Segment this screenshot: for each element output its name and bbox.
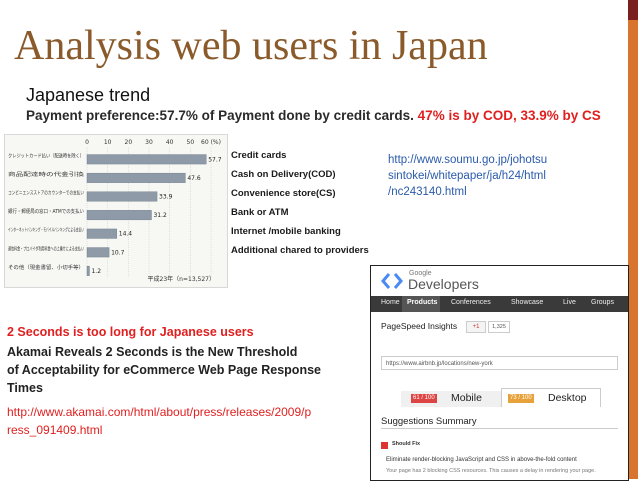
- source-link-line-1[interactable]: http://www.soumu.go.jp/johotsu: [388, 152, 547, 168]
- chart-value-label: 1.2: [91, 268, 101, 275]
- warning-icon: [381, 442, 388, 449]
- mobile-score-badge: 61 / 100: [411, 394, 437, 403]
- chart-x-tick-label: 30: [145, 139, 153, 146]
- pagespeed-title: PageSpeed Insights: [381, 321, 458, 331]
- chart-value-label: 14.4: [119, 231, 133, 238]
- source-link[interactable]: http://www.soumu.go.jp/johotsu sintokei/…: [388, 152, 547, 200]
- chart-value-label: 33.9: [159, 194, 173, 201]
- akamai-text-line-3: Times: [7, 381, 43, 395]
- chart-value-label: 47.6: [187, 175, 201, 182]
- divider: [381, 428, 618, 429]
- chart-annotation: 平成23年（n=13,527）: [148, 275, 215, 283]
- tab-desktop[interactable]: 73 / 100 Desktop: [501, 388, 601, 407]
- akamai-link-line-2[interactable]: ress_091409.html: [7, 421, 311, 439]
- chart-x-tick-label: 0: [85, 139, 89, 146]
- legend-item-cod: Cash on Delivery(COD): [231, 169, 336, 180]
- desktop-score-badge: 73 / 100: [508, 394, 534, 403]
- eliminate-render-blocking-link[interactable]: Eliminate render-blocking JavaScript and…: [386, 457, 577, 463]
- render-blocking-note: Your page has 2 blocking CSS resources. …: [386, 468, 596, 474]
- tab-mobile-label: Mobile: [451, 392, 482, 404]
- slide: Analysis web users in Japan Japanese tre…: [0, 0, 638, 481]
- legend-item-convenience-store: Convenience store(CS): [231, 188, 336, 199]
- chart-x-tick-label: 10: [104, 139, 112, 146]
- payment-preference-text: Payment preference:57.7% of Payment done…: [26, 108, 414, 123]
- chart-value-label: 31.2: [153, 212, 167, 219]
- pagespeed-screenshot: Google Developers Home Products Conferen…: [370, 265, 629, 481]
- chart-x-tick-label: 20: [125, 139, 133, 146]
- chart-bar: [86, 247, 110, 258]
- chart-category-label: コンビニエンスストアのカウンターでの支払い: [8, 190, 84, 197]
- chart-x-tick-label: 60 (%): [201, 139, 221, 146]
- chart-value-label: 57.7: [208, 156, 222, 163]
- tab-mobile[interactable]: 61 / 100 Mobile: [401, 391, 501, 407]
- nav-home[interactable]: Home: [381, 299, 400, 306]
- chart-x-tick-label: 50: [187, 139, 195, 146]
- slide-subtitle: Japanese trend: [26, 85, 151, 105]
- chart-category-label: 商品配達時の代金引換: [8, 171, 84, 178]
- payment-preference-line: Payment preference:57.7% of Payment done…: [26, 108, 601, 123]
- developers-wordmark: Developers: [408, 276, 479, 292]
- chart-value-label: 10.7: [111, 249, 125, 256]
- chart-bar: [86, 210, 152, 221]
- akamai-text: Akamai Reveals 2 Seconds is the New Thre…: [7, 343, 321, 397]
- should-fix-label: Should Fix: [392, 441, 421, 447]
- chart-category-label: 銀行・郵便局の窓口・ATMでの支払い: [8, 208, 84, 215]
- chart-bar: [86, 191, 158, 202]
- tab-desktop-label: Desktop: [548, 392, 587, 404]
- akamai-text-line-2: of Acceptability for eCommerce Web Page …: [7, 363, 321, 377]
- chart-category-label: 通信料金・プロバイダ利用料金への上乗せによる支払い: [8, 245, 84, 252]
- speed-heading: 2 Seconds is too long for Japanese users: [7, 325, 254, 339]
- suggestions-title: Suggestions Summary: [381, 416, 477, 427]
- source-link-line-2[interactable]: sintokei/whitepaper/ja/h24/html: [388, 168, 547, 184]
- nav-showcase[interactable]: Showcase: [511, 299, 543, 306]
- legend-item-credit-cards: Credit cards: [231, 150, 287, 161]
- legend-item-bank-atm: Bank or ATM: [231, 207, 289, 218]
- side-accent-bar-top: [628, 0, 638, 20]
- nav-live[interactable]: Live: [563, 299, 576, 306]
- url-input[interactable]: https://www.airbnb.jp/locations/new-york: [381, 356, 618, 370]
- legend-item-internet-banking: Internet /mobile banking: [231, 226, 341, 237]
- legend-item-providers: Additional chared to providers: [231, 245, 369, 256]
- chart-category-label: クレジットカード払い（配送時を除く）: [8, 152, 84, 159]
- chart-bar: [86, 172, 186, 183]
- chart-category-label: インターネットバンキング・モバイルバンキングによる支払い: [8, 227, 84, 234]
- slide-title: Analysis web users in Japan: [14, 23, 488, 69]
- payment-chart: 0 10 20 30 40 50 60 (%) クレジットカード払い（配送時を除く） 57.7 商…: [4, 134, 228, 288]
- side-accent-bar: [628, 0, 638, 479]
- source-link-line-3[interactable]: /nc243140.html: [388, 184, 547, 200]
- akamai-link-line-1[interactable]: http://www.akamai.com/html/about/press/r…: [7, 403, 311, 421]
- developers-nav: Home Products Conferences Showcase Live …: [371, 296, 628, 312]
- chart-bar: [86, 265, 90, 276]
- chart-x-tick-label: 40: [166, 139, 174, 146]
- nav-conferences[interactable]: Conferences: [451, 299, 491, 306]
- payment-preference-highlight: 47% is by COD, 33.9% by CS: [417, 108, 601, 123]
- chart-bar: [86, 154, 207, 165]
- plus-one-count: 1,325: [488, 321, 510, 333]
- akamai-text-line-1: Akamai Reveals 2 Seconds is the New Thre…: [7, 345, 298, 359]
- google-developers-logo-icon: [381, 273, 403, 289]
- chart-bar: [86, 228, 117, 239]
- chart-category-label: その他（現金書留、小切手等）: [8, 264, 84, 271]
- plus-one-button[interactable]: +1: [466, 321, 486, 333]
- payment-chart-svg: 0 10 20 30 40 50 60 (%) クレジットカード払い（配送時を除く） 57.7 商…: [8, 139, 222, 283]
- nav-groups[interactable]: Groups: [591, 299, 614, 306]
- nav-products[interactable]: Products: [407, 299, 437, 306]
- developers-header: Google Developers: [371, 266, 628, 296]
- akamai-link[interactable]: http://www.akamai.com/html/about/press/r…: [7, 403, 311, 439]
